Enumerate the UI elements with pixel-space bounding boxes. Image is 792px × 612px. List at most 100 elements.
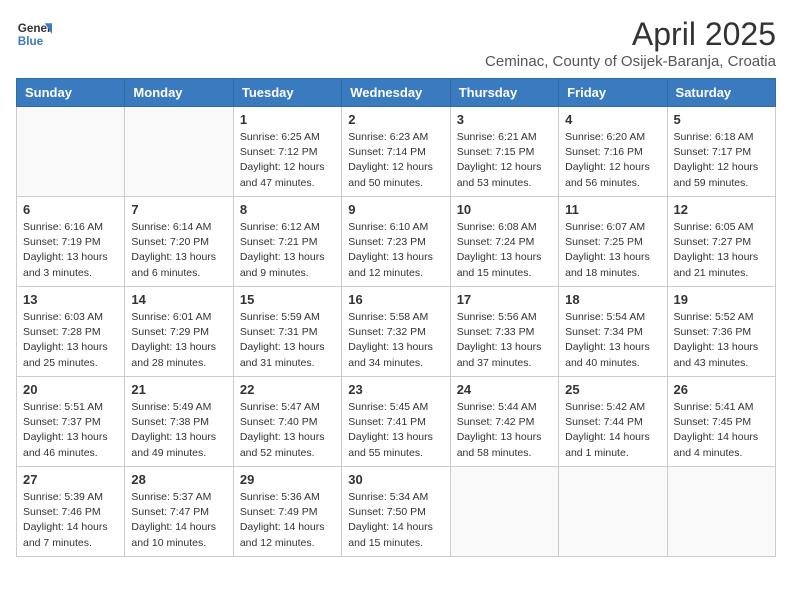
- weekday-header: Saturday: [667, 79, 775, 107]
- calendar-table: SundayMondayTuesdayWednesdayThursdayFrid…: [16, 78, 776, 557]
- weekday-header: Monday: [125, 79, 233, 107]
- day-number: 7: [131, 202, 226, 217]
- day-info: Sunrise: 6:20 AM Sunset: 7:16 PM Dayligh…: [565, 130, 660, 191]
- day-info: Sunrise: 6:12 AM Sunset: 7:21 PM Dayligh…: [240, 220, 335, 281]
- month-title: April 2025: [485, 16, 776, 53]
- calendar-cell: 1 Sunrise: 6:25 AM Sunset: 7:12 PM Dayli…: [233, 107, 341, 197]
- day-info: Sunrise: 6:10 AM Sunset: 7:23 PM Dayligh…: [348, 220, 443, 281]
- day-info: Sunrise: 6:03 AM Sunset: 7:28 PM Dayligh…: [23, 310, 118, 371]
- day-number: 24: [457, 382, 552, 397]
- calendar-cell: [450, 467, 558, 557]
- calendar-cell: 10 Sunrise: 6:08 AM Sunset: 7:24 PM Dayl…: [450, 197, 558, 287]
- day-info: Sunrise: 6:08 AM Sunset: 7:24 PM Dayligh…: [457, 220, 552, 281]
- day-info: Sunrise: 5:51 AM Sunset: 7:37 PM Dayligh…: [23, 400, 118, 461]
- calendar-cell: 13 Sunrise: 6:03 AM Sunset: 7:28 PM Dayl…: [17, 287, 125, 377]
- day-info: Sunrise: 5:52 AM Sunset: 7:36 PM Dayligh…: [674, 310, 769, 371]
- calendar-cell: 27 Sunrise: 5:39 AM Sunset: 7:46 PM Dayl…: [17, 467, 125, 557]
- day-number: 13: [23, 292, 118, 307]
- day-info: Sunrise: 6:23 AM Sunset: 7:14 PM Dayligh…: [348, 130, 443, 191]
- day-number: 2: [348, 112, 443, 127]
- day-info: Sunrise: 6:14 AM Sunset: 7:20 PM Dayligh…: [131, 220, 226, 281]
- day-number: 21: [131, 382, 226, 397]
- day-number: 20: [23, 382, 118, 397]
- day-number: 23: [348, 382, 443, 397]
- day-info: Sunrise: 5:36 AM Sunset: 7:49 PM Dayligh…: [240, 490, 335, 551]
- weekday-header: Tuesday: [233, 79, 341, 107]
- day-info: Sunrise: 5:45 AM Sunset: 7:41 PM Dayligh…: [348, 400, 443, 461]
- day-number: 8: [240, 202, 335, 217]
- day-info: Sunrise: 6:16 AM Sunset: 7:19 PM Dayligh…: [23, 220, 118, 281]
- day-number: 11: [565, 202, 660, 217]
- calendar-cell: 20 Sunrise: 5:51 AM Sunset: 7:37 PM Dayl…: [17, 377, 125, 467]
- calendar-cell: 30 Sunrise: 5:34 AM Sunset: 7:50 PM Dayl…: [342, 467, 450, 557]
- calendar-cell: [125, 107, 233, 197]
- day-number: 29: [240, 472, 335, 487]
- day-info: Sunrise: 5:56 AM Sunset: 7:33 PM Dayligh…: [457, 310, 552, 371]
- day-number: 14: [131, 292, 226, 307]
- calendar-week-row: 20 Sunrise: 5:51 AM Sunset: 7:37 PM Dayl…: [17, 377, 776, 467]
- calendar-cell: [17, 107, 125, 197]
- calendar-cell: 4 Sunrise: 6:20 AM Sunset: 7:16 PM Dayli…: [559, 107, 667, 197]
- calendar-cell: 7 Sunrise: 6:14 AM Sunset: 7:20 PM Dayli…: [125, 197, 233, 287]
- day-info: Sunrise: 5:47 AM Sunset: 7:40 PM Dayligh…: [240, 400, 335, 461]
- day-info: Sunrise: 5:39 AM Sunset: 7:46 PM Dayligh…: [23, 490, 118, 551]
- calendar-week-row: 6 Sunrise: 6:16 AM Sunset: 7:19 PM Dayli…: [17, 197, 776, 287]
- day-number: 10: [457, 202, 552, 217]
- logo-icon: General Blue: [16, 16, 52, 52]
- day-number: 17: [457, 292, 552, 307]
- day-number: 19: [674, 292, 769, 307]
- calendar-cell: 25 Sunrise: 5:42 AM Sunset: 7:44 PM Dayl…: [559, 377, 667, 467]
- calendar-cell: 14 Sunrise: 6:01 AM Sunset: 7:29 PM Dayl…: [125, 287, 233, 377]
- calendar-cell: 19 Sunrise: 5:52 AM Sunset: 7:36 PM Dayl…: [667, 287, 775, 377]
- day-info: Sunrise: 6:25 AM Sunset: 7:12 PM Dayligh…: [240, 130, 335, 191]
- day-number: 4: [565, 112, 660, 127]
- day-info: Sunrise: 5:49 AM Sunset: 7:38 PM Dayligh…: [131, 400, 226, 461]
- day-info: Sunrise: 5:54 AM Sunset: 7:34 PM Dayligh…: [565, 310, 660, 371]
- day-info: Sunrise: 5:42 AM Sunset: 7:44 PM Dayligh…: [565, 400, 660, 461]
- calendar-cell: 6 Sunrise: 6:16 AM Sunset: 7:19 PM Dayli…: [17, 197, 125, 287]
- calendar-cell: 21 Sunrise: 5:49 AM Sunset: 7:38 PM Dayl…: [125, 377, 233, 467]
- calendar-cell: 12 Sunrise: 6:05 AM Sunset: 7:27 PM Dayl…: [667, 197, 775, 287]
- weekday-header: Friday: [559, 79, 667, 107]
- day-info: Sunrise: 5:58 AM Sunset: 7:32 PM Dayligh…: [348, 310, 443, 371]
- day-number: 3: [457, 112, 552, 127]
- calendar-cell: 8 Sunrise: 6:12 AM Sunset: 7:21 PM Dayli…: [233, 197, 341, 287]
- calendar-cell: 5 Sunrise: 6:18 AM Sunset: 7:17 PM Dayli…: [667, 107, 775, 197]
- calendar-cell: 15 Sunrise: 5:59 AM Sunset: 7:31 PM Dayl…: [233, 287, 341, 377]
- calendar-cell: 3 Sunrise: 6:21 AM Sunset: 7:15 PM Dayli…: [450, 107, 558, 197]
- day-info: Sunrise: 5:41 AM Sunset: 7:45 PM Dayligh…: [674, 400, 769, 461]
- logo: General Blue: [16, 16, 52, 52]
- day-number: 26: [674, 382, 769, 397]
- day-info: Sunrise: 6:07 AM Sunset: 7:25 PM Dayligh…: [565, 220, 660, 281]
- title-block: April 2025 Ceminac, County of Osijek-Bar…: [485, 16, 776, 70]
- day-number: 6: [23, 202, 118, 217]
- calendar-cell: [667, 467, 775, 557]
- day-number: 18: [565, 292, 660, 307]
- weekday-header: Wednesday: [342, 79, 450, 107]
- day-number: 15: [240, 292, 335, 307]
- location-subtitle: Ceminac, County of Osijek-Baranja, Croat…: [485, 53, 776, 70]
- day-number: 12: [674, 202, 769, 217]
- day-number: 25: [565, 382, 660, 397]
- calendar-cell: 11 Sunrise: 6:07 AM Sunset: 7:25 PM Dayl…: [559, 197, 667, 287]
- weekday-header-row: SundayMondayTuesdayWednesdayThursdayFrid…: [17, 79, 776, 107]
- day-number: 28: [131, 472, 226, 487]
- calendar-cell: 29 Sunrise: 5:36 AM Sunset: 7:49 PM Dayl…: [233, 467, 341, 557]
- day-number: 30: [348, 472, 443, 487]
- day-number: 16: [348, 292, 443, 307]
- day-info: Sunrise: 5:34 AM Sunset: 7:50 PM Dayligh…: [348, 490, 443, 551]
- calendar-cell: 22 Sunrise: 5:47 AM Sunset: 7:40 PM Dayl…: [233, 377, 341, 467]
- weekday-header: Sunday: [17, 79, 125, 107]
- day-number: 22: [240, 382, 335, 397]
- day-number: 9: [348, 202, 443, 217]
- calendar-cell: 17 Sunrise: 5:56 AM Sunset: 7:33 PM Dayl…: [450, 287, 558, 377]
- svg-text:Blue: Blue: [18, 35, 44, 48]
- day-info: Sunrise: 6:21 AM Sunset: 7:15 PM Dayligh…: [457, 130, 552, 191]
- day-info: Sunrise: 6:05 AM Sunset: 7:27 PM Dayligh…: [674, 220, 769, 281]
- day-number: 1: [240, 112, 335, 127]
- calendar-week-row: 27 Sunrise: 5:39 AM Sunset: 7:46 PM Dayl…: [17, 467, 776, 557]
- calendar-cell: 18 Sunrise: 5:54 AM Sunset: 7:34 PM Dayl…: [559, 287, 667, 377]
- day-info: Sunrise: 5:44 AM Sunset: 7:42 PM Dayligh…: [457, 400, 552, 461]
- calendar-cell: 26 Sunrise: 5:41 AM Sunset: 7:45 PM Dayl…: [667, 377, 775, 467]
- day-number: 5: [674, 112, 769, 127]
